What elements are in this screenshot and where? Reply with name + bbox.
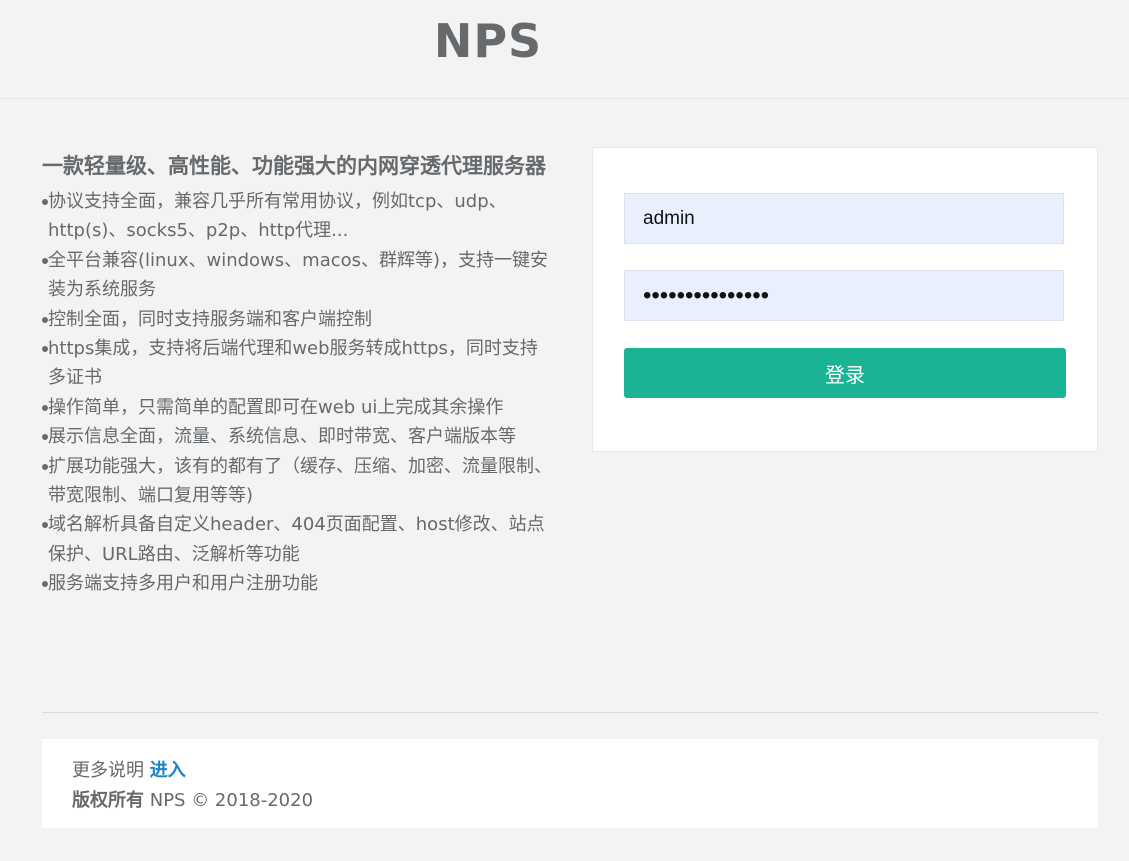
bullet-icon: [42, 316, 48, 323]
more-info-line: 更多说明 进入: [72, 756, 186, 782]
bullet-icon: [42, 404, 48, 411]
list-item: 域名解析具备自定义header、404页面配置、host修改、站点保护、URL路…: [42, 510, 552, 569]
list-item: 控制全面，同时支持服务端和客户端控制: [42, 305, 552, 334]
login-button[interactable]: 登录: [624, 348, 1066, 398]
footer-divider: [42, 712, 1098, 713]
list-item: https集成，支持将后端代理和web服务转成https，同时支持多证书: [42, 334, 552, 393]
list-item: 全平台兼容(linux、windows、macos、群辉等)，支持一键安装为系统…: [42, 246, 552, 305]
copyright-text: NPS © 2018-2020: [149, 790, 314, 811]
list-item: 操作简单，只需简单的配置即可在web ui上完成其余操作: [42, 393, 552, 422]
list-item: 协议支持全面，兼容几乎所有常用协议，例如tcp、udp、http(s)、sock…: [42, 187, 552, 246]
intro-title: 一款轻量级、高性能、功能强大的内网穿透代理服务器: [42, 154, 546, 178]
username-input[interactable]: admin: [624, 193, 1064, 244]
copyright-label: 版权所有: [72, 790, 144, 811]
intro-section: 一款轻量级、高性能、功能强大的内网穿透代理服务器 协议支持全面，兼容几乎所有常用…: [42, 152, 552, 599]
page-header: NPS: [0, 0, 1129, 99]
bullet-icon: [42, 199, 48, 205]
login-form: admin ••••••••••••••• 登录: [592, 147, 1098, 452]
password-input[interactable]: •••••••••••••••: [624, 270, 1064, 321]
app-logo: NPS: [433, 14, 543, 68]
list-item: 服务端支持多用户和用户注册功能: [42, 569, 552, 598]
copyright-line: 版权所有 NPS © 2018-2020: [72, 786, 313, 812]
bullet-icon: [42, 257, 48, 264]
more-info-link[interactable]: 进入: [150, 760, 186, 781]
more-info-text: 更多说明: [72, 760, 144, 781]
feature-list: 协议支持全面，兼容几乎所有常用协议，例如tcp、udp、http(s)、sock…: [42, 187, 552, 599]
bullet-icon: [42, 346, 48, 353]
bullet-icon: [42, 463, 48, 470]
page-footer: 更多说明 进入 版权所有 NPS © 2018-2020: [42, 739, 1098, 828]
list-item: 展示信息全面，流量、系统信息、即时带宽、客户端版本等: [42, 422, 552, 451]
list-item: 扩展功能强大，该有的都有了（缓存、压缩、加密、流量限制、带宽限制、端口复用等等): [42, 452, 552, 511]
